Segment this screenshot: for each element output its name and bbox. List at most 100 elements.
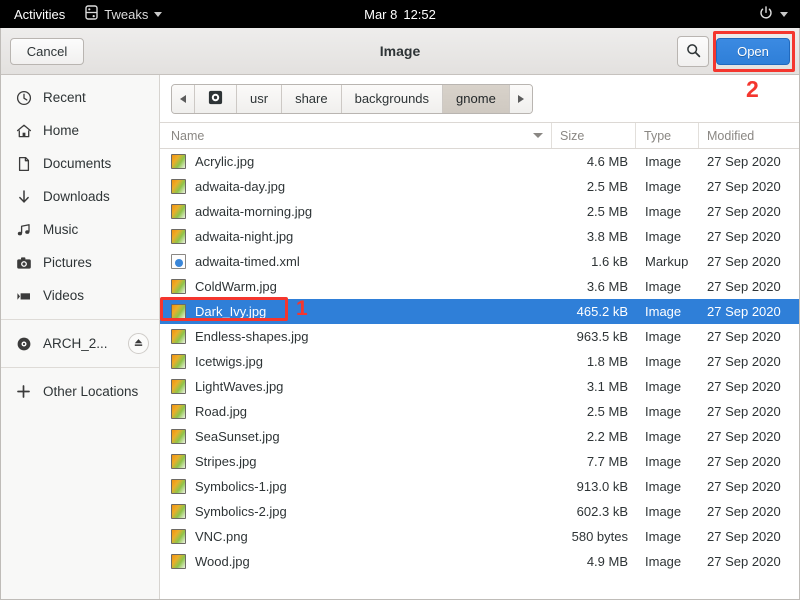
table-row[interactable]: Stripes.jpg 7.7 MB Image 27 Sep 2020	[160, 449, 799, 474]
path-back-button[interactable]	[172, 84, 195, 113]
column-header-modified[interactable]: Modified	[699, 123, 799, 148]
file-name-label: adwaita-day.jpg	[195, 179, 286, 194]
chevron-left-icon	[180, 94, 186, 103]
search-button[interactable]	[677, 35, 709, 67]
sidebar-item-label: Documents	[43, 156, 112, 171]
path-bar-container: usr share backgrounds gnome	[160, 75, 799, 122]
file-modified-cell: 27 Sep 2020	[707, 554, 781, 569]
file-size-cell: 580 bytes	[571, 529, 628, 544]
file-type-cell: Image	[645, 404, 682, 419]
sidebar-item-music[interactable]: Music	[1, 213, 159, 246]
system-menu-chevron-down-icon	[780, 11, 788, 17]
system-menu[interactable]	[759, 5, 800, 23]
table-row[interactable]: Acrylic.jpg 4.6 MB Image 27 Sep 2020	[160, 149, 799, 174]
file-name-cell: Stripes.jpg	[160, 454, 552, 470]
image-file-icon	[171, 504, 187, 520]
activities-button[interactable]: Activities	[0, 7, 77, 22]
table-row[interactable]: adwaita-night.jpg 3.8 MB Image 27 Sep 2020	[160, 224, 799, 249]
cancel-button[interactable]: Cancel	[10, 37, 84, 65]
path-root-device[interactable]	[195, 84, 237, 113]
eject-icon	[133, 336, 144, 351]
table-row[interactable]: VNC.png 580 bytes Image 27 Sep 2020	[160, 524, 799, 549]
breadcrumb-segment-backgrounds[interactable]: backgrounds	[341, 84, 444, 113]
table-row[interactable]: Icetwigs.jpg 1.8 MB Image 27 Sep 2020	[160, 349, 799, 374]
file-name-label: adwaita-morning.jpg	[195, 204, 313, 219]
sidebar-item-home[interactable]: Home	[1, 114, 159, 147]
sidebar-divider-2	[1, 367, 159, 368]
sidebar-item-device-arch[interactable]: ARCH_2...	[1, 327, 159, 360]
breadcrumb-segment-share[interactable]: share	[282, 84, 342, 113]
column-header-size[interactable]: Size	[552, 123, 636, 148]
file-name-cell: Wood.jpg	[160, 554, 552, 570]
device-disc-icon	[208, 90, 223, 108]
sidebar-item-other-locations[interactable]: Other Locations	[1, 375, 159, 408]
header-bar: Cancel Image Open	[1, 28, 799, 75]
sidebar-item-label: Downloads	[43, 189, 110, 204]
image-file-icon	[171, 279, 187, 295]
breadcrumb-segment-gnome[interactable]: gnome	[443, 84, 510, 113]
file-size-cell: 4.6 MB	[586, 154, 628, 169]
file-name-cell: Dark_Ivy.jpg	[160, 304, 552, 320]
table-row[interactable]: LightWaves.jpg 3.1 MB Image 27 Sep 2020	[160, 374, 799, 399]
table-row[interactable]: Symbolics-1.jpg 913.0 kB Image 27 Sep 2020	[160, 474, 799, 499]
markup-file-icon	[171, 254, 186, 269]
table-row[interactable]: adwaita-day.jpg 2.5 MB Image 27 Sep 2020	[160, 174, 799, 199]
file-size-cell: 963.5 kB	[576, 329, 628, 344]
sidebar-item-downloads[interactable]: Downloads	[1, 180, 159, 213]
file-name-cell: adwaita-timed.xml	[160, 254, 552, 269]
camera-icon	[15, 254, 32, 271]
app-menu-tweaks[interactable]: Tweaks	[77, 5, 170, 23]
file-modified-cell: 27 Sep 2020	[707, 504, 781, 519]
image-file-icon	[171, 429, 187, 445]
sidebar-item-pictures[interactable]: Pictures	[1, 246, 159, 279]
table-row[interactable]: Road.jpg 2.5 MB Image 27 Sep 2020	[160, 399, 799, 424]
file-name-cell: adwaita-night.jpg	[160, 229, 552, 245]
table-row[interactable]: adwaita-morning.jpg 2.5 MB Image 27 Sep 202…	[160, 199, 799, 224]
search-icon	[686, 43, 701, 60]
file-type-cell: Image	[645, 279, 682, 294]
image-file-icon	[171, 204, 187, 220]
file-size-cell: 3.6 MB	[586, 279, 628, 294]
clock-date: Mar 8	[364, 6, 398, 22]
table-row[interactable]: Wood.jpg 4.9 MB Image 27 Sep 2020	[160, 549, 799, 574]
sidebar-item-label: Music	[43, 222, 79, 237]
sidebar-item-documents[interactable]: Documents	[1, 147, 159, 180]
file-type-cell: Image	[645, 229, 682, 244]
music-note-icon	[15, 221, 32, 238]
sidebar-item-videos[interactable]: Videos	[1, 279, 159, 312]
chevron-down-icon	[154, 11, 163, 17]
table-row[interactable]: Symbolics-2.jpg 602.3 kB Image 27 Sep 2020	[160, 499, 799, 524]
table-row[interactable]: Dark_Ivy.jpg 465.2 kB Image 27 Sep 2020	[160, 299, 799, 324]
video-icon	[15, 287, 32, 304]
file-name-label: Symbolics-2.jpg	[195, 504, 287, 519]
table-row[interactable]: SeaSunset.jpg 2.2 MB Image 27 Sep 2020	[160, 424, 799, 449]
window-body: Recent Home Documents Downloads Music Pi…	[1, 75, 799, 599]
clock-icon	[15, 89, 32, 106]
sidebar-item-label: Videos	[43, 288, 85, 303]
breadcrumb: usr share backgrounds gnome	[171, 83, 533, 114]
column-header-type[interactable]: Type	[636, 123, 699, 148]
sidebar-item-recent[interactable]: Recent	[1, 81, 159, 114]
image-file-icon	[171, 329, 187, 345]
file-type-cell: Image	[645, 454, 682, 469]
sidebar-device-label: ARCH_2...	[43, 336, 108, 351]
breadcrumb-segment-usr[interactable]: usr	[237, 84, 283, 113]
open-button[interactable]: Open	[716, 37, 790, 65]
file-modified-cell: 27 Sep 2020	[707, 454, 781, 469]
file-modified-cell: 27 Sep 2020	[707, 279, 781, 294]
table-row[interactable]: adwaita-timed.xml 1.6 kB Markup 27 Sep 2020	[160, 249, 799, 274]
file-modified-cell: 27 Sep 2020	[707, 329, 781, 344]
path-forward-button[interactable]	[509, 84, 532, 113]
sidebar-item-label: Pictures	[43, 255, 92, 270]
eject-button[interactable]	[128, 333, 149, 354]
chevron-right-icon	[517, 94, 524, 103]
sidebar-item-label: Recent	[43, 90, 86, 105]
image-file-icon	[171, 529, 187, 545]
column-header-name[interactable]: Name	[160, 123, 552, 148]
table-row[interactable]: Endless-shapes.jpg 963.5 kB Image 27 Sep 20…	[160, 324, 799, 349]
file-size-cell: 602.3 kB	[576, 504, 628, 519]
sidebar-divider	[1, 319, 159, 320]
file-type-cell: Markup	[645, 254, 689, 269]
table-row[interactable]: ColdWarm.jpg 3.6 MB Image 27 Sep 2020	[160, 274, 799, 299]
column-header-name-label: Name	[171, 128, 205, 143]
